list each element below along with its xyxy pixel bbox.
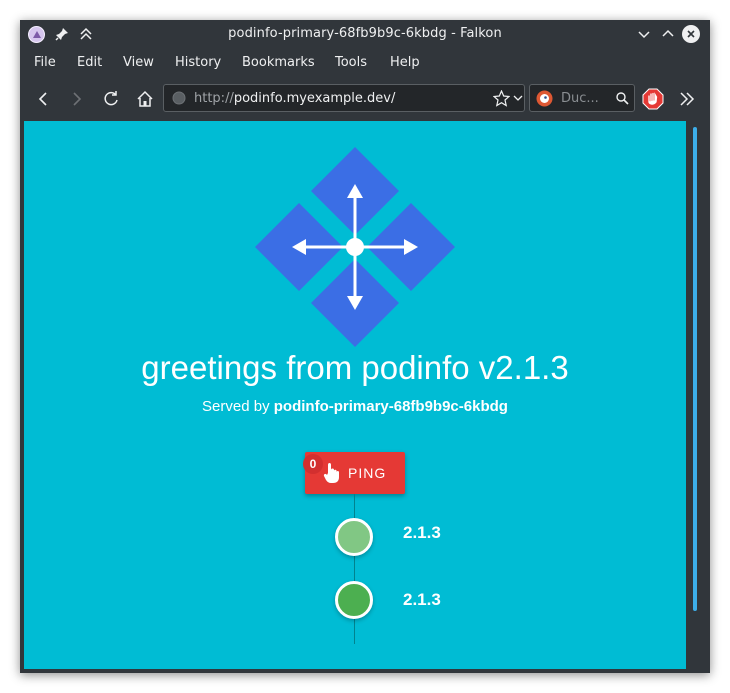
maximize-icon[interactable] [659,25,677,43]
menu-tools[interactable]: Tools [335,55,367,70]
served-by-prefix: Served by [202,398,274,415]
more-tools-icon[interactable] [675,87,699,111]
back-icon[interactable] [31,87,55,111]
greeting-heading: greetings from podinfo v2.1.3 [141,349,569,386]
podinfo-logo-icon [255,147,455,347]
timeline-line [354,494,355,644]
window-title: podinfo-primary-68fb9b9c-6kbdg - Falkon [228,26,502,41]
reload-icon[interactable] [99,87,123,111]
minimize-icon[interactable] [635,25,653,43]
url-bar[interactable]: http://podinfo.myexample.dev/ [163,84,525,112]
hand-pointer-icon [323,463,339,483]
menu-edit[interactable]: Edit [77,55,102,70]
forward-icon[interactable] [65,87,89,111]
vertical-scrollbar[interactable] [686,121,706,669]
dropdown-icon[interactable] [513,95,523,103]
search-bar[interactable]: Duc... [529,84,635,112]
menu-bookmarks[interactable]: Bookmarks [242,55,315,70]
timeline-version: 2.1.3 [403,523,441,542]
ping-label: PING [348,465,387,481]
globe-icon [172,91,186,105]
home-icon[interactable] [133,87,157,111]
menu-help[interactable]: Help [390,55,420,70]
web-content: greetings from podinfo v2.1.3 Served by … [24,121,686,669]
browser-window: podinfo-primary-68fb9b9c-6kbdg - Falkon … [20,20,710,673]
menu-history[interactable]: History [175,55,221,70]
navigation-toolbar: http://podinfo.myexample.dev/ Duc... [20,78,710,120]
timeline-dot [335,518,373,556]
bookmark-star-icon[interactable] [493,90,510,107]
title-bar: podinfo-primary-68fb9b9c-6kbdg - Falkon [20,20,710,48]
url-host: podinfo.myexample.dev/ [233,91,396,106]
timeline-version: 2.1.3 [403,590,441,609]
close-icon[interactable] [682,25,700,43]
scrollbar-thumb[interactable] [693,127,697,611]
url-scheme: http:// [194,91,234,106]
served-by-host: podinfo-primary-68fb9b9c-6kbdg [273,398,508,415]
served-by-text: Served by podinfo-primary-68fb9b9c-6kbdg [24,398,686,415]
search-icon[interactable] [616,92,629,105]
search-placeholder: Duc... [561,91,599,106]
menu-view[interactable]: View [123,55,154,70]
timeline-dot [335,581,373,619]
adblock-icon[interactable] [641,87,665,111]
duckduckgo-icon [536,90,553,107]
menu-bar: File Edit View History Bookmarks Tools H… [20,48,710,78]
menu-file[interactable]: File [34,55,56,70]
url-text[interactable]: http://podinfo.myexample.dev/ [194,91,395,106]
ping-count-badge: 0 [303,454,323,474]
